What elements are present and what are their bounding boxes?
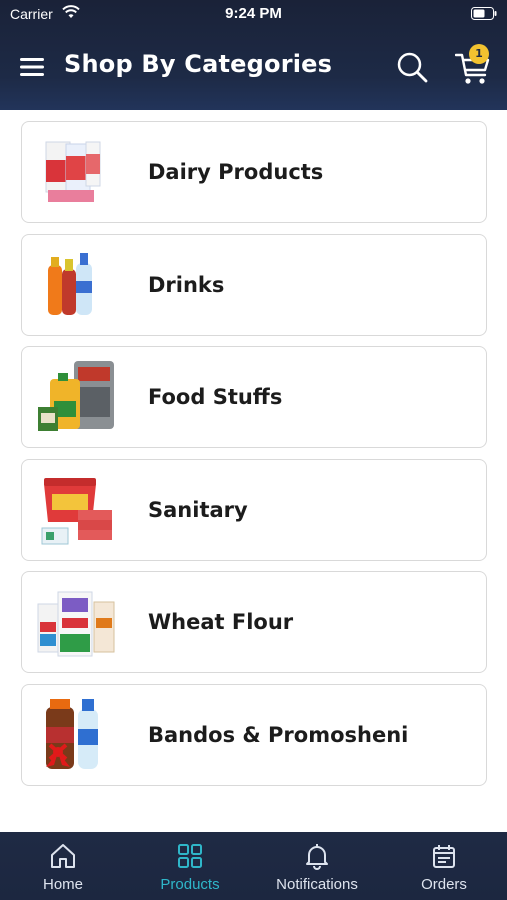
status-bar: Carrier 9:24 PM bbox=[0, 0, 507, 30]
app-header: Carrier 9:24 PM Shop By Categories 1 bbox=[0, 0, 507, 110]
category-card-wheat-flour[interactable]: Wheat Flour bbox=[21, 571, 487, 673]
status-time: 9:24 PM bbox=[225, 5, 282, 22]
bandos-promosheni-image bbox=[46, 698, 98, 769]
cart-button[interactable]: 1 bbox=[455, 44, 495, 86]
calendar-icon bbox=[433, 845, 455, 868]
page-title: Shop By Categories bbox=[64, 50, 333, 78]
tab-home[interactable]: Home bbox=[0, 832, 126, 900]
dairy-products-image bbox=[45, 141, 101, 202]
search-icon[interactable] bbox=[396, 51, 428, 83]
category-label: Dairy Products bbox=[148, 160, 324, 184]
hamburger-menu-icon[interactable] bbox=[20, 56, 44, 78]
category-label: Wheat Flour bbox=[148, 610, 294, 634]
category-card-food-stuffs[interactable]: Food Stuffs bbox=[21, 346, 487, 448]
cart-count-badge: 1 bbox=[469, 44, 489, 64]
category-list: Dairy Products Drinks Food Stuffs Sanita… bbox=[21, 121, 487, 796]
drinks-image bbox=[48, 252, 92, 315]
category-card-bandos-promosheni[interactable]: Bandos & Promosheni bbox=[21, 683, 487, 786]
category-card-dairy-products[interactable]: Dairy Products bbox=[21, 121, 487, 223]
category-label: Bandos & Promosheni bbox=[148, 722, 409, 747]
food-stuffs-image bbox=[38, 361, 114, 431]
tab-label: Products bbox=[160, 876, 220, 893]
tab-products[interactable]: Products bbox=[127, 832, 253, 900]
home-icon bbox=[51, 844, 75, 868]
tab-label: Notifications bbox=[276, 876, 358, 893]
wheat-flour-image bbox=[37, 591, 115, 657]
category-label: Drinks bbox=[148, 272, 225, 297]
tab-label: Orders bbox=[421, 876, 467, 893]
category-label: Sanitary bbox=[148, 497, 248, 522]
battery-icon bbox=[471, 7, 497, 20]
category-label: Food Stuffs bbox=[148, 385, 283, 409]
sanitary-image bbox=[41, 477, 112, 544]
category-card-drinks[interactable]: Drinks bbox=[21, 233, 487, 336]
grid-icon bbox=[178, 844, 202, 868]
bell-icon bbox=[306, 844, 328, 870]
bottom-tab-bar: Home Products Notifications Orders bbox=[0, 832, 507, 900]
tab-label: Home bbox=[42, 876, 83, 893]
category-card-sanitary[interactable]: Sanitary bbox=[21, 458, 487, 561]
tab-notifications[interactable]: Notifications bbox=[254, 832, 380, 900]
tab-orders[interactable]: Orders bbox=[381, 832, 507, 900]
